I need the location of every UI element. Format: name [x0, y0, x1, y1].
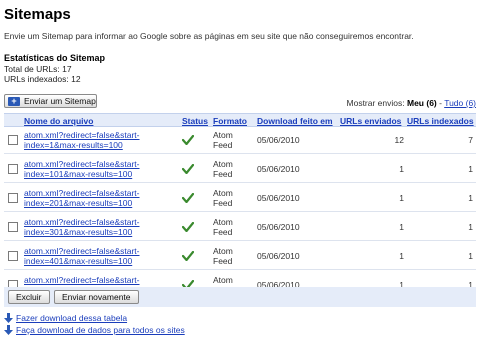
- filter-mine[interactable]: Meu (6): [407, 98, 437, 108]
- row-urls-indexed: 1: [468, 222, 473, 232]
- col-urls-sent[interactable]: URLs enviados: [340, 116, 401, 126]
- plus-icon: +: [8, 96, 20, 106]
- page-title: Sitemaps: [4, 6, 71, 23]
- row-urls-indexed: 1: [468, 164, 473, 174]
- row-urls-sent: 1: [399, 251, 404, 261]
- stats-indexed: URLs indexados: 12: [4, 74, 81, 84]
- row-format: Atom Feed: [213, 159, 233, 179]
- check-icon: [182, 135, 194, 145]
- row-checkbox[interactable]: [8, 135, 18, 145]
- download-all-sites-label: Faça download de dados para todos os sit…: [16, 325, 185, 335]
- check-icon: [182, 164, 194, 174]
- check-icon: [182, 251, 194, 261]
- col-downloaded[interactable]: Download feito em: [257, 116, 333, 126]
- row-format: Atom Feed: [213, 130, 233, 150]
- row-checkbox[interactable]: [8, 164, 18, 174]
- table-row: atom.xml?redirect=false&start-index=301&…: [4, 214, 476, 241]
- row-date: 05/06/2010: [257, 222, 300, 232]
- download-table-label: Fazer download dessa tabela: [16, 313, 128, 323]
- table-actions-bar: Excluir Enviar novamente: [4, 287, 476, 307]
- filter-separator: -: [439, 98, 442, 108]
- stats-heading: Estatísticas do Sitemap: [4, 53, 106, 63]
- row-checkbox[interactable]: [8, 251, 18, 261]
- row-urls-sent: 1: [399, 193, 404, 203]
- download-table-link[interactable]: Fazer download dessa tabela: [4, 313, 127, 323]
- col-urls-indexed[interactable]: URLs indexados: [407, 116, 474, 126]
- row-urls-sent: 12: [394, 135, 404, 145]
- row-urls-indexed: 1: [468, 251, 473, 261]
- row-format: Atom Feed: [213, 246, 233, 266]
- filter-all-link[interactable]: Tudo (6): [444, 98, 476, 108]
- table-row: atom.xml?redirect=false&start-index=1&ma…: [4, 127, 476, 154]
- stats-total: Total de URLs: 17: [4, 64, 72, 74]
- row-checkbox[interactable]: [8, 222, 18, 232]
- col-format[interactable]: Formato: [213, 116, 247, 126]
- col-filename[interactable]: Nome do arquivo: [24, 116, 93, 126]
- resend-button[interactable]: Enviar novamente: [54, 290, 139, 304]
- show-submissions: Mostrar envios: Meu (6) - Tudo (6): [347, 98, 476, 108]
- check-icon: [182, 222, 194, 232]
- col-status[interactable]: Status: [182, 116, 208, 126]
- down-arrow-icon: [4, 313, 13, 323]
- row-format: Atom Feed: [213, 188, 233, 208]
- show-submissions-label: Mostrar envios:: [346, 98, 405, 108]
- row-checkbox[interactable]: [8, 193, 18, 203]
- table-row: atom.xml?redirect=false&start-index=201&…: [4, 185, 476, 212]
- row-urls-sent: 1: [399, 164, 404, 174]
- row-date: 05/06/2010: [257, 135, 300, 145]
- row-date: 05/06/2010: [257, 164, 300, 174]
- page-intro: Envie um Sitemap para informar ao Google…: [4, 31, 414, 41]
- sitemap-file-link[interactable]: atom.xml?redirect=false&start-index=401&…: [24, 246, 180, 266]
- row-urls-indexed: 7: [468, 135, 473, 145]
- download-all-sites-link[interactable]: Faça download de dados para todos os sit…: [4, 325, 185, 335]
- submit-sitemap-button[interactable]: + Enviar um Sitemap: [4, 94, 97, 108]
- sitemap-file-link[interactable]: atom.xml?redirect=false&start-index=201&…: [24, 188, 180, 208]
- delete-button[interactable]: Excluir: [8, 290, 50, 304]
- row-date: 05/06/2010: [257, 251, 300, 261]
- row-urls-sent: 1: [399, 222, 404, 232]
- sitemap-file-link[interactable]: atom.xml?redirect=false&start-index=301&…: [24, 217, 180, 237]
- table-row: atom.xml?redirect=false&start-index=101&…: [4, 156, 476, 183]
- row-format: Atom Feed: [213, 217, 233, 237]
- table-header: Nome do arquivo Status Formato Download …: [4, 113, 476, 127]
- row-date: 05/06/2010: [257, 193, 300, 203]
- sitemap-file-link[interactable]: atom.xml?redirect=false&start-index=101&…: [24, 159, 180, 179]
- submit-sitemap-label: Enviar um Sitemap: [24, 96, 96, 106]
- sitemap-file-link[interactable]: atom.xml?redirect=false&start-index=1&ma…: [24, 130, 180, 150]
- check-icon: [182, 193, 194, 203]
- table-row: atom.xml?redirect=false&start-index=401&…: [4, 243, 476, 270]
- row-urls-indexed: 1: [468, 193, 473, 203]
- down-arrow-icon: [4, 325, 13, 335]
